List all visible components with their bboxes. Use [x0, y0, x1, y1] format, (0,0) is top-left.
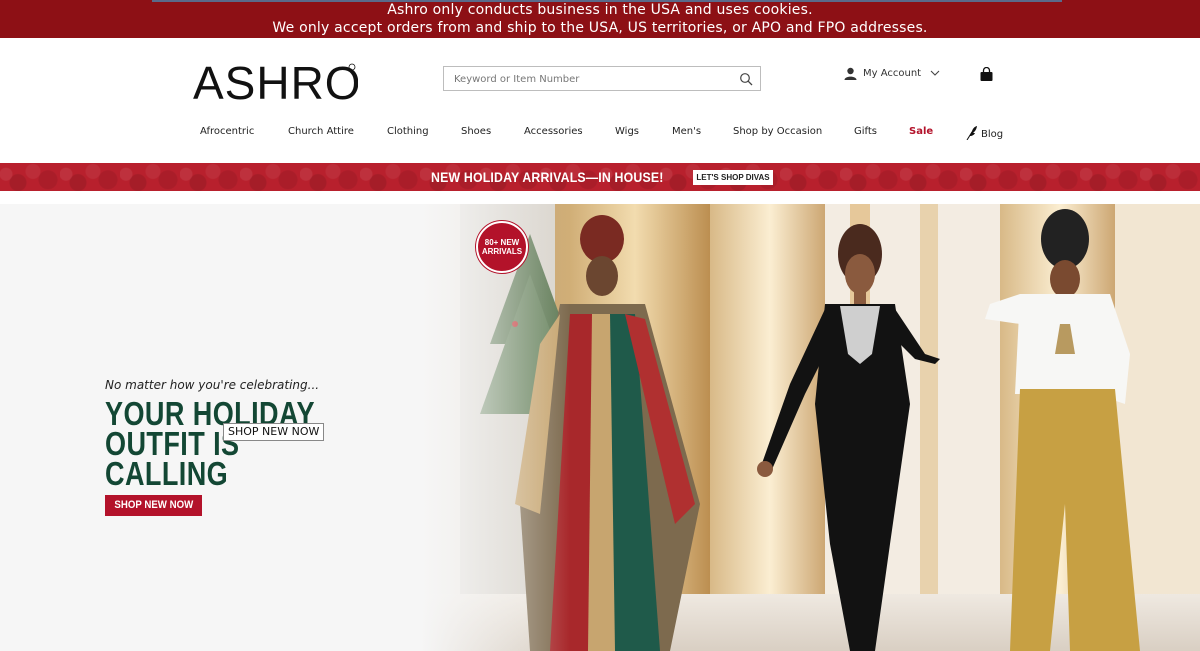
search-box[interactable] — [443, 66, 761, 91]
lets-shop-divas-button[interactable]: LET'S SHOP DIVAS — [693, 170, 773, 185]
nav-item-gifts[interactable]: Gifts — [854, 125, 877, 139]
headline-line-3: CALLING — [105, 455, 229, 492]
notice-top-line — [152, 0, 1062, 2]
nav-item-shop-by-occasion[interactable]: Shop by Occasion — [733, 125, 822, 139]
search-input[interactable] — [444, 68, 724, 91]
hero-headline: YOUR HOLIDAY OUTFIT IS CALLING — [105, 397, 314, 492]
badge-line-2: ARRIVALS — [481, 247, 523, 256]
hero-tagline: No matter how you're celebrating... — [105, 378, 320, 392]
my-account-menu[interactable]: My Account — [844, 65, 940, 81]
shopping-bag-icon[interactable] — [979, 67, 994, 82]
chevron-down-icon — [930, 70, 940, 76]
notice-line-1: Ashro only conducts business in the USA … — [387, 2, 813, 18]
logo-text: ASHRO — [193, 60, 358, 104]
notice-line-2: We only accept orders from and ship to t… — [272, 20, 928, 36]
shop-button-label: SHOP NEW NOW — [114, 499, 193, 511]
nav-item-sale[interactable]: Sale — [909, 125, 933, 139]
feather-icon — [966, 126, 977, 140]
nav-item-afrocentric[interactable]: Afrocentric — [200, 125, 254, 139]
cookie-notice-bar: Ashro only conducts business in the USA … — [0, 0, 1200, 38]
nav-item-church-attire[interactable]: Church Attire — [288, 125, 354, 139]
nav-item-wigs[interactable]: Wigs — [615, 125, 639, 139]
nav-item-mens[interactable]: Men's — [672, 125, 701, 139]
new-arrivals-badge: 80+ NEW ARRIVALS — [476, 221, 528, 273]
shop-new-now-button[interactable]: SHOP NEW NOW — [105, 495, 202, 516]
user-icon — [844, 67, 857, 80]
hero-banner[interactable]: 80+ NEW ARRIVALS No matter how you're ce… — [0, 204, 1200, 651]
site-header: ASHRO My Account Afrocentric Church Atti… — [0, 38, 1200, 163]
account-label: My Account — [863, 67, 922, 79]
search-icon[interactable] — [739, 72, 753, 86]
nav-item-accessories[interactable]: Accessories — [524, 125, 583, 139]
nav-item-blog[interactable]: Blog — [966, 125, 1003, 142]
shop-new-now-tooltip: SHOP NEW NOW — [223, 423, 325, 441]
ashro-logo-svg: ASHRO — [193, 57, 361, 109]
nav-blog-label: Blog — [981, 129, 1004, 140]
badge-line-1: 80+ NEW — [484, 238, 520, 247]
nav-item-shoes[interactable]: Shoes — [461, 125, 491, 139]
holiday-promo-banner[interactable]: NEW HOLIDAY ARRIVALS—IN HOUSE! LET'S SHO… — [0, 163, 1200, 191]
promo-text: NEW HOLIDAY ARRIVALS—IN HOUSE! — [431, 169, 664, 185]
main-navigation: Afrocentric Church Attire Clothing Shoes… — [0, 125, 1200, 145]
ashro-logo[interactable]: ASHRO — [193, 57, 361, 109]
nav-item-clothing[interactable]: Clothing — [387, 125, 429, 139]
